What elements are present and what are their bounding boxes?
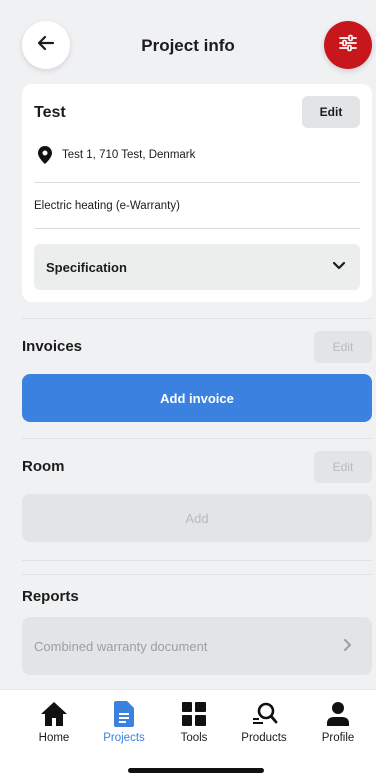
- chevron-down-icon: [332, 258, 346, 276]
- location-pin-icon: [38, 146, 52, 164]
- specification-label: Specification: [46, 259, 127, 275]
- nav-item-products[interactable]: Products: [229, 700, 299, 744]
- product-search-icon: [250, 700, 278, 728]
- specification-dropdown[interactable]: Specification: [34, 244, 360, 290]
- project-address: Test 1, 710 Test, Denmark: [62, 149, 196, 161]
- nav-item-projects[interactable]: Projects: [89, 700, 159, 744]
- page-title: Project info: [141, 36, 235, 55]
- combined-warranty-document-item[interactable]: Combined warranty document: [22, 617, 372, 675]
- home-icon: [40, 700, 68, 728]
- edit-invoices-button[interactable]: Edit: [314, 331, 372, 363]
- document-icon: [114, 700, 134, 728]
- bottom-navigation: Home Projects Tools Products Profile: [0, 689, 376, 773]
- section-divider: [22, 318, 372, 319]
- section-divider: [22, 560, 372, 561]
- nav-item-tools[interactable]: Tools: [159, 700, 229, 744]
- edit-project-button[interactable]: Edit: [302, 96, 360, 128]
- nav-label: Tools: [180, 732, 208, 744]
- header: Project info: [0, 0, 376, 90]
- nav-item-profile[interactable]: Profile: [303, 700, 373, 744]
- grid-icon: [182, 700, 206, 728]
- nav-label: Profile: [321, 732, 355, 744]
- nav-label: Products: [241, 732, 287, 744]
- edit-room-button[interactable]: Edit: [314, 451, 372, 483]
- add-room-button[interactable]: Add: [22, 494, 372, 542]
- section-divider: [22, 438, 372, 439]
- section-divider: [22, 574, 372, 575]
- divider: [34, 228, 360, 229]
- report-label: Combined warranty document: [34, 638, 208, 654]
- project-name: Test: [34, 104, 66, 121]
- nav-label: Home: [38, 732, 70, 744]
- chevron-right-icon: [342, 638, 352, 655]
- add-invoice-button[interactable]: Add invoice: [22, 374, 372, 422]
- project-card: Test Edit Test 1, 710 Test, Denmark Elec…: [22, 84, 372, 302]
- sliders-icon: [337, 32, 359, 59]
- nav-item-home[interactable]: Home: [19, 700, 89, 744]
- home-indicator: [128, 768, 264, 773]
- room-title: Room: [22, 458, 65, 475]
- product-type: Electric heating (e-Warranty): [34, 200, 180, 212]
- person-icon: [327, 700, 349, 728]
- filter-button[interactable]: [324, 21, 372, 69]
- reports-title: Reports: [22, 588, 79, 605]
- address-row: Test 1, 710 Test, Denmark: [38, 146, 195, 164]
- nav-label: Projects: [103, 732, 145, 744]
- divider: [34, 182, 360, 183]
- invoices-title: Invoices: [22, 338, 83, 355]
